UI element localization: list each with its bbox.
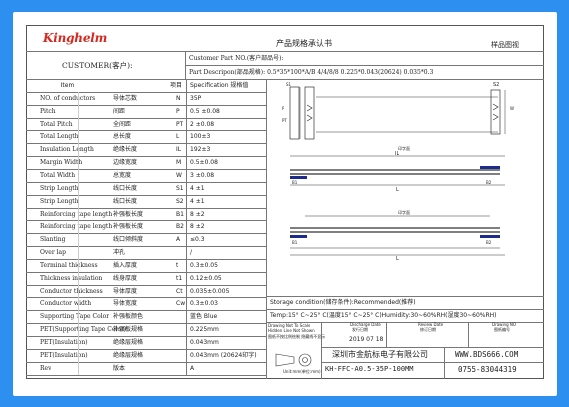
discharge-date-label-cn: 发行日期	[352, 327, 368, 332]
divider	[386, 322, 387, 347]
drawing-no-label-cn: 图纸编号	[494, 327, 510, 332]
review-date-label-cn: 修订日期	[420, 327, 436, 332]
release-date: 2019 07 18	[349, 336, 384, 343]
company-website: WWW.BDS666.COM	[455, 350, 519, 359]
company-phone: 0755-83044319	[458, 365, 517, 374]
company-name: 深圳市金航标电子有限公司	[332, 350, 428, 359]
unit-note: Unit:mm(单位:mm)	[283, 369, 321, 374]
part-code: KH-FFC-A0.5-35P-100MM	[325, 365, 414, 373]
projection-symbol	[275, 353, 312, 367]
divider	[468, 322, 469, 347]
divider	[444, 347, 445, 379]
